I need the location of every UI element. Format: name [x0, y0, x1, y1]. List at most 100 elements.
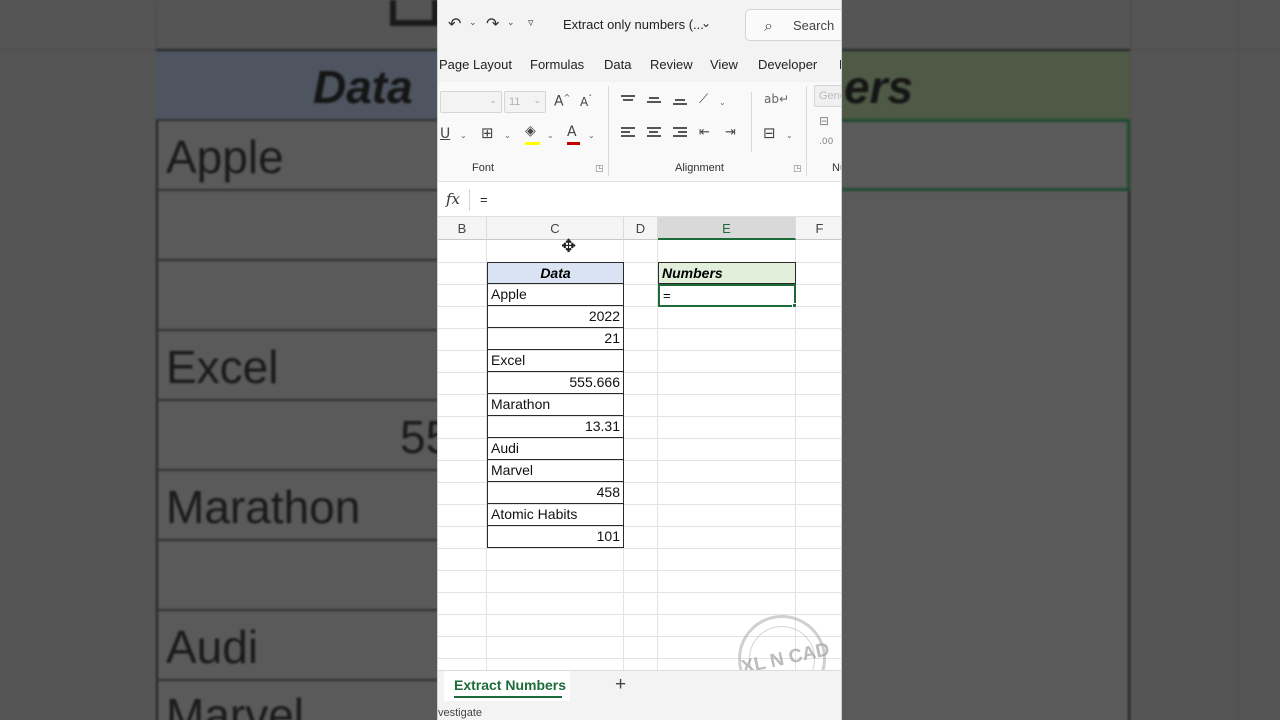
gridline [438, 592, 841, 593]
fill-color-icon[interactable]: ◈ [525, 124, 536, 138]
data-cell[interactable]: Marvel [487, 460, 624, 482]
currency-format-icon[interactable]: ⊟ [819, 115, 829, 127]
chevron-down-icon[interactable]: ⌄ [588, 131, 595, 140]
search-box[interactable]: ⌕ Search [745, 9, 841, 41]
column-header-b[interactable]: B [438, 217, 487, 240]
insert-function-icon[interactable]: fx [446, 190, 460, 208]
data-cell[interactable]: Apple [487, 284, 624, 306]
backdrop-row [156, 259, 438, 329]
bottom-align-icon[interactable] [673, 99, 687, 111]
underline-button[interactable]: U [440, 127, 450, 141]
active-cell[interactable]: = [658, 284, 796, 307]
decimal-icon[interactable]: .00 [819, 138, 833, 147]
font-size-value: 11 [509, 96, 521, 108]
customize-qat-icon[interactable]: ▿ [528, 16, 534, 29]
backdrop-numbers-header-text: ers [844, 61, 914, 113]
backdrop-data-header-text: Data [313, 61, 413, 113]
alignment-group-label: Alignment [675, 162, 724, 174]
add-sheet-button[interactable]: + [615, 674, 626, 696]
chevron-down-icon[interactable]: ⌄ [547, 131, 554, 140]
formula-input[interactable]: = [480, 192, 488, 207]
font-color-icon[interactable]: A [567, 125, 577, 139]
backdrop-cell-text: Excel [166, 341, 279, 393]
chevron-down-icon[interactable]: ⌄ [504, 131, 511, 140]
numbers-header-cell[interactable]: Numbers [658, 262, 796, 284]
number-format-dropdown[interactable]: Gene [814, 85, 841, 107]
borders-icon[interactable]: ⊞ [481, 126, 494, 141]
chevron-down-icon[interactable]: ⌄ [719, 98, 726, 107]
backdrop-gridline [1130, 0, 1131, 720]
chevron-down-icon[interactable]: ⌄ [460, 131, 467, 140]
column-header-d[interactable]: D [624, 217, 658, 240]
chevron-down-icon[interactable]: ⌄ [701, 16, 711, 30]
tab-view[interactable]: View [710, 57, 738, 72]
data-cell[interactable]: Audi [487, 438, 624, 460]
backdrop-cell-text: Audi [166, 621, 259, 673]
align-left-icon[interactable] [621, 127, 635, 139]
gridline [438, 548, 841, 549]
ribbon-separator [751, 92, 752, 152]
data-cell[interactable]: 101 [487, 526, 624, 548]
chevron-down-icon: ⌄ [489, 96, 497, 106]
data-cell[interactable]: 2022 [487, 306, 624, 328]
font-dialog-launcher-icon[interactable]: ◳ [595, 164, 604, 174]
redo-icon[interactable]: ↷ [486, 14, 499, 33]
backdrop-row [156, 399, 438, 469]
font-name-dropdown[interactable]: ⌄ [440, 91, 502, 113]
column-header-f[interactable]: F [796, 217, 841, 240]
data-cell[interactable]: Excel [487, 350, 624, 372]
tab-developer[interactable]: Developer [758, 57, 817, 72]
wrap-text-icon[interactable]: ab↵ [764, 93, 789, 105]
alignment-dialog-launcher-icon[interactable]: ◳ [793, 164, 802, 174]
tab-formulas[interactable]: Formulas [530, 57, 584, 72]
orientation-icon[interactable]: ⟋ [699, 93, 708, 106]
title-bar: ↶ ⌄ ↷ ⌄ ▿ Extract only numbers (... ⌄ ⌕ … [438, 0, 841, 48]
gridline [438, 570, 841, 571]
data-cell[interactable]: 458 [487, 482, 624, 504]
backdrop-row [156, 189, 438, 259]
sheet-tab-bar: Extract Numbers + [438, 670, 841, 702]
align-right-icon[interactable] [673, 127, 687, 139]
data-header-cell[interactable]: Data [487, 262, 624, 284]
search-placeholder: Search [793, 18, 835, 33]
align-center-icon[interactable] [647, 127, 661, 139]
ribbon-separator [806, 86, 807, 176]
sheet-tab-extract-numbers[interactable]: Extract Numbers [444, 671, 570, 701]
top-align-icon[interactable] [621, 95, 635, 107]
merge-center-icon[interactable]: ⊟ [763, 126, 776, 141]
column-header-c[interactable]: C [487, 217, 624, 240]
data-cell[interactable]: 21 [487, 328, 624, 350]
data-cell[interactable]: Marathon [487, 394, 624, 416]
increase-font-size-icon[interactable]: A^ [554, 94, 570, 109]
chevron-down-icon[interactable]: ⌄ [786, 131, 793, 140]
decrease-font-size-icon[interactable]: Aˇ [580, 95, 592, 109]
document-title[interactable]: Extract only numbers (... [563, 17, 704, 32]
backdrop-row [156, 539, 438, 609]
ribbon-separator [608, 86, 609, 176]
undo-dropdown-icon[interactable]: ⌄ [469, 18, 477, 28]
tab-review[interactable]: Review [650, 57, 693, 72]
backdrop-gridline [1238, 0, 1239, 720]
tab-help[interactable]: H [839, 57, 841, 72]
fill-handle[interactable] [792, 303, 797, 308]
redo-dropdown-icon[interactable]: ⌄ [507, 18, 515, 28]
data-cell[interactable]: 555.666 [487, 372, 624, 394]
sheet-tab-underline [454, 696, 562, 698]
undo-icon[interactable]: ↶ [448, 14, 461, 33]
tab-data[interactable]: Data [604, 57, 631, 72]
status-bar: vestigate [438, 702, 841, 720]
column-header-e[interactable]: E [658, 217, 796, 240]
formula-bar-separator [469, 189, 470, 211]
worksheet-grid[interactable]: B C D E F ✥ Data Apple 2022 21 Excel 555… [438, 217, 841, 670]
ribbon: ⌄ 11 ⌄ A^ Aˇ U ⌄ ⊞ ⌄ ◈ ⌄ A ⌄ Font ◳ ⟋ ⌄ … [438, 82, 841, 182]
data-cell[interactable]: Atomic Habits [487, 504, 624, 526]
decrease-indent-icon[interactable]: ⇤ [699, 126, 710, 139]
fill-color-swatch [525, 142, 540, 145]
data-cell[interactable]: 13.31 [487, 416, 624, 438]
increase-indent-icon[interactable]: ⇥ [725, 126, 736, 139]
formula-bar: fx = [438, 183, 841, 217]
font-size-dropdown[interactable]: 11 ⌄ [504, 91, 546, 113]
tab-page-layout[interactable]: Page Layout [439, 57, 512, 72]
number-format-value: Gene [819, 90, 841, 102]
middle-align-icon[interactable] [647, 97, 661, 109]
